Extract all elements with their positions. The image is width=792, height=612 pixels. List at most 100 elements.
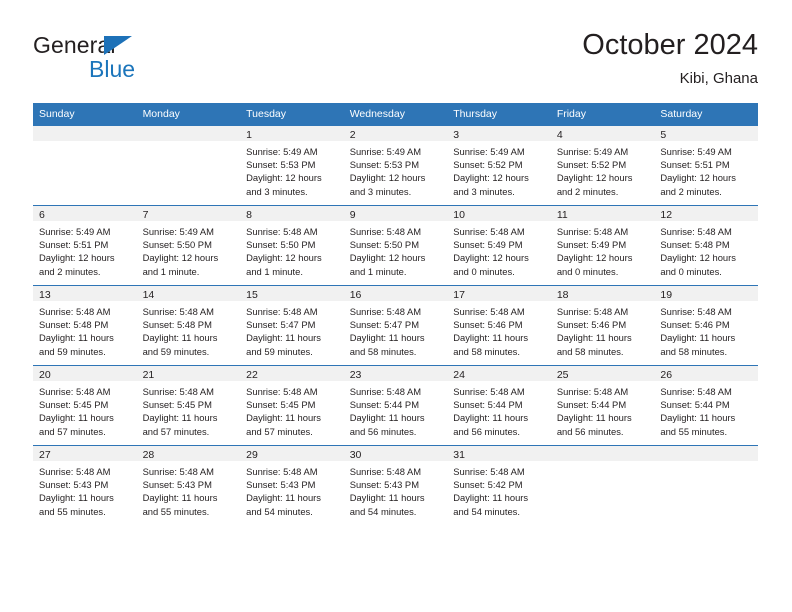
day-number: 22 bbox=[240, 366, 344, 381]
daylight-duration-line1: Daylight: 11 hours bbox=[453, 412, 529, 424]
calendar-day-cell[interactable]: 7 Sunrise: 5:49 AM Sunset: 5:50 PM Daylight… bbox=[136, 205, 241, 286]
sunrise-time: Sunrise: 5:49 AM bbox=[39, 226, 111, 237]
day-number: 1 bbox=[240, 126, 344, 141]
daylight-duration-line1: Daylight: 12 hours bbox=[246, 252, 322, 264]
calendar-day-cell[interactable]: 14 Sunrise: 5:48 AM Sunset: 5:48 PM Dayligh… bbox=[136, 285, 241, 366]
day-number: 19 bbox=[654, 286, 758, 301]
calendar-day-cell[interactable]: 13 Sunrise: 5:48 AM Sunset: 5:48 PM Dayligh… bbox=[33, 285, 137, 366]
logo-text-blue: Blue bbox=[89, 56, 136, 82]
calendar-day-cell[interactable]: 19 Sunrise: 5:48 AM Sunset: 5:46 PM Dayligh… bbox=[654, 285, 758, 366]
calendar-day-cell[interactable]: 31 Sunrise: 5:48 AM Sunset: 5:42 PM Dayligh… bbox=[447, 445, 551, 525]
daylight-duration-line2: and 57 minutes. bbox=[246, 425, 313, 437]
daylight-duration-line1: Daylight: 11 hours bbox=[39, 332, 114, 344]
daylight-duration-line1: Daylight: 12 hours bbox=[39, 252, 115, 264]
sunset-time: Sunset: 5:51 PM bbox=[39, 239, 109, 251]
day-details: Sunrise: 5:49 AM Sunset: 5:52 PM Daylight:… bbox=[551, 141, 655, 198]
daylight-duration-line2: and 54 minutes. bbox=[453, 505, 520, 517]
calendar-day-cell[interactable]: 28 Sunrise: 5:48 AM Sunset: 5:43 PM Dayligh… bbox=[136, 445, 241, 525]
calendar-week-row: 27 Sunrise: 5:48 AM Sunset: 5:43 PM Dayligh… bbox=[33, 445, 758, 525]
calendar-day-cell[interactable]: 25 Sunrise: 5:48 AM Sunset: 5:44 PM Dayligh… bbox=[550, 365, 655, 446]
page-title: October 2024 bbox=[582, 29, 758, 61]
daylight-duration-line2: and 2 minutes. bbox=[660, 185, 722, 197]
calendar-day-cell[interactable]: 9 Sunrise: 5:48 AM Sunset: 5:50 PM Daylight… bbox=[343, 205, 448, 286]
calendar-day-cell[interactable]: 5 Sunrise: 5:49 AM Sunset: 5:51 PM Daylight… bbox=[654, 125, 758, 206]
calendar-day-cell[interactable]: 10 Sunrise: 5:48 AM Sunset: 5:49 PM Dayligh… bbox=[447, 205, 551, 286]
calendar-day-cell[interactable]: 22 Sunrise: 5:48 AM Sunset: 5:45 PM Dayligh… bbox=[240, 365, 344, 446]
calendar-body: 1 Sunrise: 5:49 AM Sunset: 5:53 PM Daylight… bbox=[33, 125, 758, 525]
day-details: Sunrise: 5:48 AM Sunset: 5:48 PM Daylight:… bbox=[33, 301, 137, 358]
calendar-day-cell[interactable]: 20 Sunrise: 5:48 AM Sunset: 5:45 PM Dayligh… bbox=[33, 365, 137, 446]
calendar-day-cell[interactable]: 24 Sunrise: 5:48 AM Sunset: 5:44 PM Dayligh… bbox=[447, 365, 551, 446]
sunset-time: Sunset: 5:43 PM bbox=[246, 479, 316, 491]
calendar-day-cell[interactable]: 6 Sunrise: 5:49 AM Sunset: 5:51 PM Daylight… bbox=[33, 205, 137, 286]
daylight-duration-line2: and 56 minutes. bbox=[349, 425, 417, 437]
sunrise-time: Sunrise: 5:48 AM bbox=[660, 306, 732, 317]
sunrise-time: Sunrise: 5:49 AM bbox=[556, 146, 629, 157]
calendar-day-cell[interactable]: 4 Sunrise: 5:49 AM Sunset: 5:52 PM Daylight… bbox=[550, 125, 655, 206]
calendar-empty-cell bbox=[33, 125, 137, 206]
calendar-day-cell[interactable]: 27 Sunrise: 5:48 AM Sunset: 5:43 PM Dayligh… bbox=[33, 445, 137, 525]
calendar-week-row: 6 Sunrise: 5:49 AM Sunset: 5:51 PM Daylight… bbox=[33, 205, 758, 286]
daylight-duration-line2: and 57 minutes. bbox=[39, 425, 106, 437]
calendar-week-row: 1 Sunrise: 5:49 AM Sunset: 5:53 PM Daylight… bbox=[33, 125, 758, 206]
calendar-day-cell[interactable]: 2 Sunrise: 5:49 AM Sunset: 5:53 PM Daylight… bbox=[343, 125, 448, 206]
calendar-day-cell[interactable]: 8 Sunrise: 5:48 AM Sunset: 5:50 PM Daylight… bbox=[240, 205, 344, 286]
sunrise-time: Sunrise: 5:48 AM bbox=[453, 306, 525, 317]
calendar-day-cell[interactable]: 17 Sunrise: 5:48 AM Sunset: 5:46 PM Dayligh… bbox=[447, 285, 551, 366]
sunrise-time: Sunrise: 5:48 AM bbox=[39, 306, 111, 317]
general-blue-logo[interactable]: General Blue bbox=[33, 32, 253, 88]
day-number bbox=[550, 446, 655, 461]
day-number: 5 bbox=[654, 126, 758, 141]
sunset-time: Sunset: 5:50 PM bbox=[246, 239, 316, 251]
weekday-header-wednesday: Wednesday bbox=[343, 103, 448, 126]
calendar-day-cell[interactable]: 18 Sunrise: 5:48 AM Sunset: 5:46 PM Dayligh… bbox=[550, 285, 655, 366]
sunset-time: Sunset: 5:43 PM bbox=[142, 479, 212, 491]
day-details: Sunrise: 5:48 AM Sunset: 5:46 PM Daylight:… bbox=[654, 301, 758, 358]
sunset-time: Sunset: 5:49 PM bbox=[556, 239, 627, 251]
day-number: 7 bbox=[136, 206, 241, 221]
daylight-duration-line1: Daylight: 12 hours bbox=[556, 172, 633, 184]
calendar-day-cell[interactable]: 1 Sunrise: 5:49 AM Sunset: 5:53 PM Daylight… bbox=[240, 125, 344, 206]
sunrise-time: Sunrise: 5:48 AM bbox=[246, 226, 318, 237]
daylight-duration-line2: and 55 minutes. bbox=[660, 425, 728, 437]
daylight-duration-line2: and 56 minutes. bbox=[556, 425, 624, 437]
calendar-day-cell[interactable]: 23 Sunrise: 5:48 AM Sunset: 5:44 PM Dayligh… bbox=[343, 365, 448, 446]
calendar-day-cell[interactable]: 21 Sunrise: 5:48 AM Sunset: 5:45 PM Dayligh… bbox=[136, 365, 241, 446]
day-number: 25 bbox=[550, 366, 655, 381]
sunrise-time: Sunrise: 5:48 AM bbox=[453, 466, 525, 477]
calendar-day-cell[interactable]: 26 Sunrise: 5:48 AM Sunset: 5:44 PM Dayligh… bbox=[654, 365, 758, 446]
daylight-duration-line1: Daylight: 11 hours bbox=[349, 332, 425, 344]
calendar-day-cell[interactable]: 12 Sunrise: 5:48 AM Sunset: 5:48 PM Dayligh… bbox=[654, 205, 758, 286]
day-number bbox=[654, 446, 758, 461]
calendar-day-cell[interactable]: 30 Sunrise: 5:48 AM Sunset: 5:43 PM Dayligh… bbox=[343, 445, 448, 525]
calendar-day-cell[interactable]: 15 Sunrise: 5:48 AM Sunset: 5:47 PM Dayligh… bbox=[240, 285, 344, 366]
sunrise-time: Sunrise: 5:48 AM bbox=[349, 386, 422, 397]
calendar-day-cell[interactable]: 11 Sunrise: 5:48 AM Sunset: 5:49 PM Dayligh… bbox=[550, 205, 655, 286]
daylight-duration-line2: and 58 minutes. bbox=[556, 345, 624, 357]
calendar-day-cell[interactable]: 16 Sunrise: 5:48 AM Sunset: 5:47 PM Dayligh… bbox=[343, 285, 448, 366]
sunrise-time: Sunrise: 5:48 AM bbox=[39, 466, 111, 477]
daylight-duration-line1: Daylight: 11 hours bbox=[142, 332, 218, 344]
day-number: 6 bbox=[33, 206, 137, 221]
calendar-day-cell[interactable]: 29 Sunrise: 5:48 AM Sunset: 5:43 PM Dayligh… bbox=[240, 445, 344, 525]
sunrise-time: Sunrise: 5:48 AM bbox=[246, 466, 318, 477]
sunset-time: Sunset: 5:48 PM bbox=[660, 239, 730, 251]
day-details: Sunrise: 5:49 AM Sunset: 5:52 PM Daylight:… bbox=[447, 141, 551, 198]
sunset-time: Sunset: 5:43 PM bbox=[349, 479, 419, 491]
day-number: 21 bbox=[136, 366, 241, 381]
day-details: Sunrise: 5:48 AM Sunset: 5:46 PM Daylight:… bbox=[447, 301, 551, 358]
day-number: 28 bbox=[136, 446, 241, 461]
day-details: Sunrise: 5:49 AM Sunset: 5:53 PM Daylight:… bbox=[240, 141, 344, 198]
sunset-time: Sunset: 5:47 PM bbox=[349, 319, 419, 331]
day-details: Sunrise: 5:48 AM Sunset: 5:50 PM Daylight:… bbox=[240, 221, 344, 278]
sunrise-time: Sunrise: 5:48 AM bbox=[142, 466, 214, 477]
day-number bbox=[33, 126, 137, 141]
daylight-duration-line2: and 1 minute. bbox=[246, 265, 303, 277]
day-number: 16 bbox=[343, 286, 448, 301]
weekday-header-thursday: Thursday bbox=[447, 103, 551, 126]
sunrise-sunset-calendar-table: Sunday Monday Tuesday Wednesday Thursday… bbox=[33, 103, 758, 525]
weekday-header-sunday: Sunday bbox=[33, 103, 137, 126]
sunset-time: Sunset: 5:51 PM bbox=[660, 159, 730, 171]
calendar-day-cell[interactable]: 3 Sunrise: 5:49 AM Sunset: 5:52 PM Daylight… bbox=[447, 125, 551, 206]
daylight-duration-line2: and 0 minutes. bbox=[556, 265, 619, 277]
